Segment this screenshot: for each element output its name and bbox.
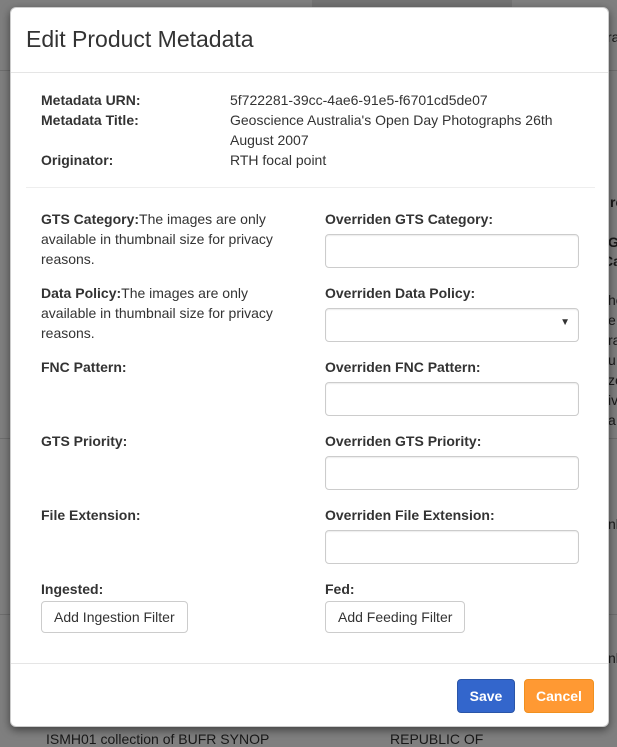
section-divider [26,187,595,188]
metadata-summary: Metadata URN: 5f722281-39cc-4ae6-91e5-f6… [41,90,581,170]
overriden-fnc-pattern-label: Overriden FNC Pattern: [325,359,481,375]
data-policy-info: Data Policy:The images are only availabl… [41,283,291,343]
overriden-data-policy-select[interactable]: ▼ [325,308,579,342]
originator-label: Originator: [41,152,114,168]
overriden-data-policy-label: Overriden Data Policy: [325,285,476,301]
overriden-gts-category-input[interactable] [325,234,579,268]
modal-title: Edit Product Metadata [26,26,254,52]
overriden-gts-priority-input[interactable] [325,456,579,490]
overriden-file-extension-input[interactable] [325,530,579,564]
cancel-button[interactable]: Cancel [524,679,594,713]
file-extension-label: File Extension: [41,507,141,523]
gts-priority-info: GTS Priority: [41,431,291,451]
gts-category-label: GTS Category: [41,211,140,227]
overriden-fnc-pattern-group: Overriden FNC Pattern: [325,357,579,416]
fnc-pattern-label: FNC Pattern: [41,359,127,375]
originator-value: RTH focal point [230,152,327,168]
overriden-file-extension-group: Overriden File Extension: [325,505,579,564]
overriden-file-extension-label: Overriden File Extension: [325,507,495,523]
originator-row: Originator: RTH focal point [41,150,581,170]
edit-metadata-modal: Edit Product Metadata Metadata URN: 5f72… [10,7,609,727]
save-button[interactable]: Save [457,679,515,713]
chevron-down-icon: ▼ [560,317,570,328]
metadata-urn-value: 5f722281-39cc-4ae6-91e5-f6701cd5de07 [230,92,488,108]
overriden-fnc-pattern-input[interactable] [325,382,579,416]
add-feeding-filter-button[interactable]: Add Feeding Filter [325,601,466,633]
add-ingestion-filter-button[interactable]: Add Ingestion Filter [41,601,188,633]
file-extension-info: File Extension: [41,505,291,525]
fnc-pattern-info: FNC Pattern: [41,357,291,377]
metadata-urn-label: Metadata URN: [41,92,141,108]
metadata-title-value: Geoscience Australia's Open Day Photogra… [230,112,553,148]
overriden-gts-priority-group: Overriden GTS Priority: [325,431,579,490]
overriden-data-policy-group: Overriden Data Policy: ▼ [325,283,579,342]
ingested-label: Ingested: [41,581,104,597]
modal-header: Edit Product Metadata [11,8,608,73]
fed-label: Fed: [325,581,355,597]
gts-priority-label: GTS Priority: [41,433,128,449]
ingested-group: Ingested: Add Ingestion Filter [41,579,291,633]
metadata-urn-row: Metadata URN: 5f722281-39cc-4ae6-91e5-f6… [41,90,581,110]
overriden-gts-priority-label: Overriden GTS Priority: [325,433,482,449]
modal-footer: Save Cancel [11,663,608,726]
gts-category-info: GTS Category:The images are only availab… [41,209,291,269]
data-policy-label: Data Policy: [41,285,122,301]
fed-group: Fed: Add Feeding Filter [325,579,579,633]
overriden-gts-category-label: Overriden GTS Category: [325,211,494,227]
metadata-title-label: Metadata Title: [41,112,139,128]
metadata-title-row: Metadata Title: Geoscience Australia's O… [41,110,581,150]
overriden-gts-category-group: Overriden GTS Category: [325,209,579,268]
